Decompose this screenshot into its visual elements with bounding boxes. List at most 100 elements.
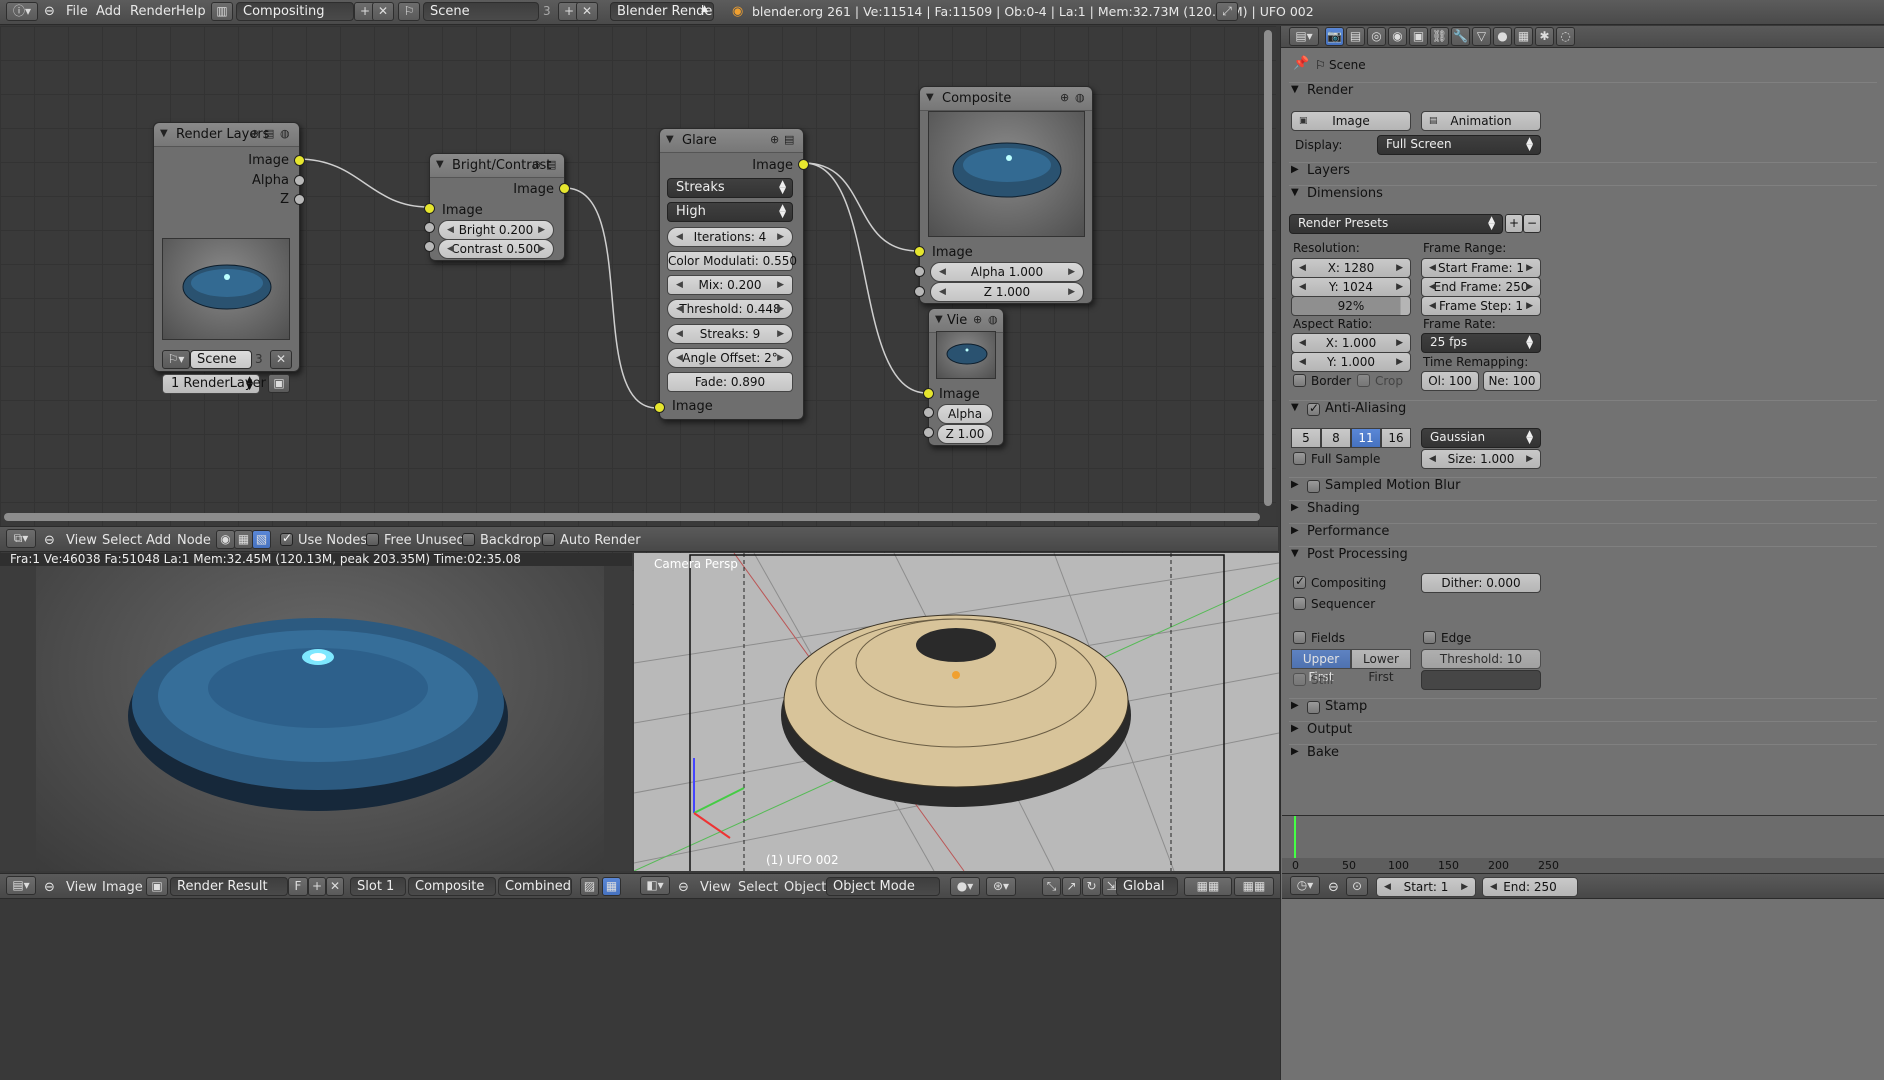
aa-samples-16[interactable]: 16	[1381, 428, 1411, 448]
sequencer-checkbox[interactable]	[1293, 597, 1306, 610]
image-output-socket[interactable]	[798, 159, 809, 170]
menu-help[interactable]: Help	[176, 4, 206, 19]
fields-checkbox[interactable]	[1293, 631, 1306, 644]
layers-panel-header[interactable]: ▶ Layers	[1289, 162, 1877, 184]
mix-field[interactable]: ◀ Mix: 0.200 ▶	[667, 275, 793, 295]
pin-icon[interactable]: 📌	[1293, 56, 1309, 71]
node-editor-type-icon[interactable]: ⧉▾	[6, 529, 36, 548]
physics-tab-icon[interactable]: ◌	[1556, 27, 1575, 46]
frame-step-field[interactable]: ◀ Frame Step: 1 ▶	[1421, 296, 1541, 316]
render-layer-select[interactable]: 1 RenderLayer ▲ ▼	[162, 374, 266, 394]
render-layer-render-icon[interactable]: ▣	[268, 374, 290, 393]
render-layers-node[interactable]: ▼ Render Layers ⊕ ▤ ◍ Image Alpha Z ⚐▾ S…	[153, 122, 305, 394]
image-output-socket[interactable]	[294, 155, 305, 166]
render-animation-button[interactable]: ▤ Animation	[1421, 111, 1541, 131]
composite-node[interactable]: ▼ Composite ⊕ ◍ Image ◀ Alpha 1.000 ▶ ◀ Z 1…	[914, 86, 1093, 304]
image-input-socket[interactable]	[424, 203, 435, 214]
iterations-field[interactable]: ◀ Iterations: 4 ▶	[667, 227, 793, 247]
collapse-menu-icon[interactable]: ⊖	[44, 880, 55, 895]
lower-first-button[interactable]: Lower First	[1351, 649, 1411, 684]
node-scene-field[interactable]: Scene	[190, 350, 252, 369]
collapse-triangle-icon[interactable]: ▼	[926, 92, 934, 103]
stamp-checkbox[interactable]	[1307, 701, 1320, 714]
delete-screen-icon[interactable]: ✕	[372, 2, 394, 21]
unlink-image-icon[interactable]: ✕	[326, 877, 344, 896]
render-tab-icon[interactable]: 📷	[1325, 27, 1344, 46]
contrast-input-socket[interactable]	[424, 241, 435, 252]
scene-field[interactable]: Scene	[423, 2, 539, 21]
viewer-node-header[interactable]: ▼ Vie ⊕ ◍	[929, 309, 1003, 333]
bright-field[interactable]: ◀ Bright 0.200 ▶	[438, 220, 554, 240]
composite-z-field[interactable]: ◀ Z 1.000 ▶	[930, 282, 1084, 302]
glare-quality-select[interactable]: High ▲ ▼	[667, 202, 793, 222]
collapse-triangle-icon[interactable]: ▼	[436, 159, 444, 170]
manipulator-icon[interactable]: ⤡	[1042, 877, 1061, 896]
fade-slider[interactable]: Fade: 0.890	[667, 372, 793, 392]
aspect-x-field[interactable]: ◀ X: 1.000 ▶	[1291, 333, 1411, 353]
3d-view-editor-type-icon[interactable]: ◧▾	[640, 876, 670, 895]
object-tab-icon[interactable]: ▣	[1409, 27, 1428, 46]
node-preview-toggle-icon[interactable]: ⊕	[532, 158, 541, 171]
composite-alpha-field[interactable]: ◀ Alpha 1.000 ▶	[930, 262, 1084, 282]
collapse-triangle-icon[interactable]: ▼	[666, 134, 674, 145]
info-editor-type-icon[interactable]: ⓘ▾	[6, 2, 38, 21]
3d-menu-object[interactable]: Object	[784, 880, 826, 895]
timeline-editor-type-icon[interactable]: ◷▾	[1290, 876, 1320, 895]
z-input-socket[interactable]	[923, 427, 934, 438]
collapse-menu-icon[interactable]: ⊖	[44, 533, 55, 548]
anti-aliasing-checkbox[interactable]	[1307, 401, 1320, 416]
world-tab-icon[interactable]: ◉	[1388, 27, 1407, 46]
node-render-icon[interactable]: ◍	[988, 313, 998, 326]
alpha-output-socket[interactable]	[294, 175, 305, 186]
contrast-field[interactable]: ◀ Contrast 0.500 ▶	[438, 239, 554, 259]
viewer-z-field[interactable]: Z 1.00	[937, 424, 993, 444]
z-input-socket[interactable]	[914, 286, 925, 297]
aa-samples-5[interactable]: 5	[1291, 428, 1321, 448]
composite-node-header[interactable]: ▼ Composite ⊕ ◍	[920, 87, 1092, 111]
draw-channels-icon[interactable]: ▦	[602, 877, 621, 896]
compositing-checkbox[interactable]	[1293, 574, 1306, 589]
collapse-triangle-icon[interactable]: ▼	[160, 128, 168, 139]
render-panel-header[interactable]: ▼ Render	[1289, 82, 1877, 104]
alpha-input-socket[interactable]	[923, 407, 934, 418]
modifiers-tab-icon[interactable]: 🔧	[1451, 27, 1470, 46]
scene-tab-icon[interactable]: ◎	[1367, 27, 1386, 46]
viewer-node[interactable]: ▼ Vie ⊕ ◍ Image Alpha Z 1.00	[923, 308, 1004, 446]
node-scene-unlink-icon[interactable]: ✕	[270, 350, 292, 369]
delete-scene-icon[interactable]: ✕	[576, 2, 598, 21]
post-processing-panel-header[interactable]: ▼ Post Processing	[1289, 546, 1877, 568]
layers-grid-2-icon[interactable]: ▦▦	[1234, 877, 1274, 896]
node-options-icon[interactable]: ▤	[264, 127, 274, 140]
upper-first-button[interactable]: Upper First	[1291, 649, 1351, 684]
3d-viewport[interactable]: Camera Persp (1) UFO 002	[634, 553, 1279, 871]
collapse-menu-icon[interactable]: ⊖	[678, 880, 689, 895]
resolution-y-field[interactable]: ◀ Y: 1024 ▶	[1291, 277, 1411, 297]
image-browse-icon[interactable]: ▣	[146, 877, 168, 896]
new-image-icon[interactable]: +	[308, 877, 326, 896]
aa-size-field[interactable]: ◀ Size: 1.000 ▶	[1421, 449, 1541, 469]
3d-menu-view[interactable]: View	[700, 880, 731, 895]
aspect-y-field[interactable]: ◀ Y: 1.000 ▶	[1291, 352, 1411, 372]
resolution-x-field[interactable]: ◀ X: 1280 ▶	[1291, 258, 1411, 278]
menu-render[interactable]: Render	[130, 4, 176, 19]
bake-panel-header[interactable]: ▶ Bake	[1289, 744, 1877, 766]
node-options-icon[interactable]: ▤	[784, 133, 794, 146]
screen-layout-field[interactable]: Compositing	[236, 2, 354, 21]
slot-select[interactable]: Slot 1	[350, 877, 406, 896]
free-unused-checkbox[interactable]	[366, 533, 379, 546]
alpha-input-socket[interactable]	[914, 266, 925, 277]
shader-nodes-icon[interactable]: ◉	[216, 530, 235, 549]
dimensions-panel-header[interactable]: ▼ Dimensions	[1289, 185, 1877, 207]
time-remap-old-field[interactable]: Ol: 100	[1421, 371, 1479, 391]
constraints-tab-icon[interactable]: ⛓	[1430, 27, 1449, 46]
shading-panel-header[interactable]: ▶ Shading	[1289, 500, 1877, 522]
fake-user-toggle[interactable]: F	[288, 877, 308, 896]
aa-samples-11[interactable]: 11	[1351, 428, 1381, 448]
stamp-panel-header[interactable]: ▶ Stamp	[1289, 698, 1877, 720]
render-layer-view-select[interactable]: Composite	[408, 877, 496, 896]
glare-node[interactable]: ▼ Glare ⊕ ▤ Image Streaks ▲ ▼ High ▲ ▼ ◀ Iter…	[654, 128, 809, 420]
pivot-point-icon[interactable]: ⊛▾	[986, 877, 1016, 896]
display-select[interactable]: Full Screen ▲ ▼	[1377, 135, 1541, 155]
image-input-socket[interactable]	[654, 402, 665, 413]
edge-checkbox[interactable]	[1423, 631, 1436, 644]
